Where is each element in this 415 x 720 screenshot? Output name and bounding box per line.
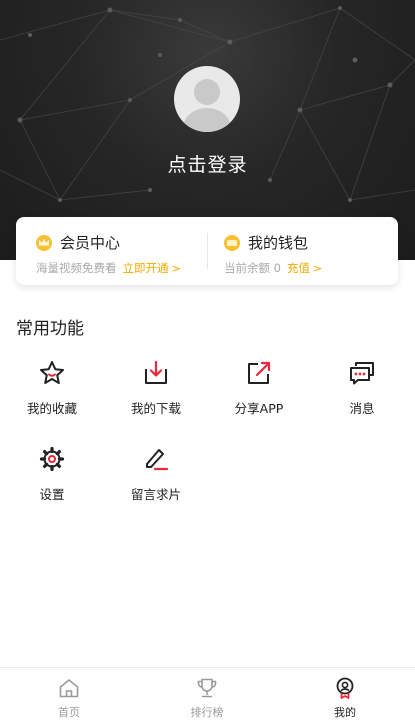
wallet-balance: 当前余额 0 [224,261,281,275]
membership-title: 会员中心 [60,234,121,252]
home-icon [59,679,79,698]
feature-label: 我的下载 [130,401,181,416]
feature-label: 设置 [39,487,65,502]
feature-favorites[interactable]: 我的收藏 [0,359,104,429]
star-icon [40,361,64,384]
feature-label: 留言求片 [130,487,181,502]
feature-label: 分享APP [234,401,284,416]
feature-downloads[interactable]: 我的下载 [104,359,208,429]
trophy-icon [197,678,217,698]
tab-label: 我的 [334,706,356,719]
edit-icon [146,449,169,471]
feature-share-app[interactable]: 分享APP [207,359,311,429]
membership-subtitle: 海量视频免费看 [36,261,117,275]
wallet-recharge-link[interactable]: 充值 [287,260,310,276]
membership-center[interactable]: 会员中心 海量视频免费看 立即开通 > [16,217,207,285]
bottom-tab-bar: 首页 排行榜 我的 [0,667,415,720]
feature-label: 消息 [349,401,375,416]
my-wallet[interactable]: 我的钱包 当前余额 0 充值 > [208,217,398,285]
crown-coin-icon [36,234,52,251]
feature-request-movie[interactable]: 留言求片 [104,445,208,515]
avatar[interactable] [174,66,240,132]
profile-badge-icon [336,677,354,699]
tab-label: 首页 [58,706,80,719]
tab-label: 排行榜 [190,706,224,719]
wallet-title: 我的钱包 [248,234,309,252]
tab-mine[interactable]: 我的 [276,668,414,720]
login-link[interactable]: 点击登录 [0,150,415,177]
message-icon [350,362,374,385]
section-title: 常用功能 [16,319,84,339]
account-card: 会员中心 海量视频免费看 立即开通 > 我的钱包 当前余额 0 充值 > [16,217,398,285]
tab-home[interactable]: 首页 [0,668,138,720]
share-icon [248,361,271,384]
chevron-right-icon: > [312,261,323,275]
gear-icon [39,446,65,472]
chevron-right-icon: > [171,261,181,275]
download-icon [145,360,167,384]
feature-settings[interactable]: 设置 [0,445,104,515]
feature-label: 我的收藏 [26,401,77,416]
tab-ranking[interactable]: 排行榜 [138,668,276,720]
feature-messages[interactable]: 消息 [310,359,414,429]
wallet-coin-icon [224,234,240,251]
membership-activate-link[interactable]: 立即开通 [123,260,169,276]
